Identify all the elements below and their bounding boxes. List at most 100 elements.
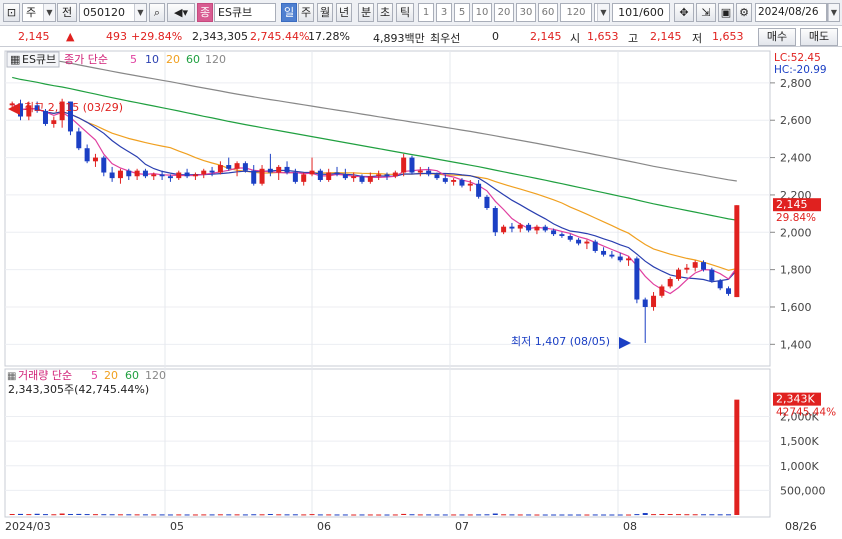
period-year[interactable]: 년 (336, 3, 352, 22)
gear-icon[interactable]: ⚙ (736, 3, 752, 22)
period-second[interactable]: 초 (377, 3, 393, 22)
unit-3[interactable]: 3 (436, 3, 452, 22)
volume-bar (526, 514, 532, 516)
volume-tick-label: 500,000 (780, 484, 826, 497)
stock-chart[interactable]: 2,8002,6002,4002,2002,0001,8001,6001,400… (0, 47, 842, 539)
calendar-icon[interactable]: ▼ (827, 3, 840, 22)
candle-body (176, 172, 182, 179)
volume-bar (117, 514, 123, 516)
volume-bar (659, 514, 665, 516)
market-select-label: 주 (26, 6, 37, 19)
candle-body (601, 250, 607, 255)
volume-bar (84, 514, 90, 516)
candle-body (359, 176, 365, 182)
price-tick-label: 2,400 (780, 152, 812, 165)
high-annotation: 최고 2,715 (03/29) (24, 101, 123, 114)
candle-body (417, 170, 423, 173)
candle-body (442, 178, 448, 182)
volume-bar (301, 514, 307, 516)
count-field[interactable]: 101/600 (612, 3, 670, 22)
unit-120[interactable]: 120 (560, 3, 592, 22)
candle-body (201, 170, 207, 175)
volume-ratio: 2,745.44% (250, 30, 310, 43)
volume-bar (192, 514, 198, 516)
volume-bar (417, 514, 423, 516)
chevron-down-icon: ▼ (828, 4, 839, 21)
volume-bar (601, 514, 607, 516)
volume-bar (717, 514, 723, 516)
volume-bar (642, 513, 648, 515)
candle-body (209, 170, 215, 173)
unit-dropdown[interactable]: ▼ (594, 3, 610, 22)
candle-body (342, 174, 348, 179)
unit-1[interactable]: 1 (418, 3, 434, 22)
volume-tick-label: 1,000K (780, 460, 819, 473)
toolbar: ⊡ 주 ▼ 전 050120 ▼ ⌕ ◀▾ 종 ES큐브 일 주 월 년 분 초 틱… (0, 0, 842, 26)
period-week[interactable]: 주 (298, 3, 314, 22)
period-minute[interactable]: 분 (358, 3, 374, 22)
grid-icon[interactable]: ✥ (674, 3, 694, 22)
sound-icon[interactable]: ◀▾ (167, 3, 195, 22)
volume-bar (509, 514, 515, 516)
open-price: 1,653 (587, 30, 619, 43)
price-tick-label: 2,000 (780, 226, 812, 239)
period-tick[interactable]: 틱 (396, 3, 414, 22)
unit-30[interactable]: 30 (516, 3, 536, 22)
chart-type-icon[interactable]: ⇲ (696, 3, 716, 22)
volume-bar (626, 514, 632, 516)
volume-bar (401, 513, 407, 515)
volume-bar (17, 513, 23, 515)
chevron-down-icon: ▼ (43, 4, 55, 21)
candle-body (9, 103, 15, 106)
candle-body (517, 224, 523, 229)
price-legend-ma120: 120 (205, 53, 226, 66)
candle-body (384, 174, 390, 177)
volume-bar (342, 514, 348, 516)
volume-bar (692, 514, 698, 516)
volume-bar (501, 514, 507, 516)
volume-bar (476, 514, 482, 516)
volume-bar (251, 514, 257, 516)
volume-bar (101, 514, 107, 516)
chart-area[interactable]: 2,800 2,600 2,400 2,200 2,000 1,800 1,600 1,400… (0, 47, 842, 539)
open-label: 시 (570, 32, 581, 45)
volume-bar (376, 514, 382, 516)
prev-button[interactable]: 전 (57, 3, 77, 22)
last-price: 2,145 (530, 30, 562, 43)
change-pct: +29.84% (131, 30, 183, 43)
price-tick-label: 1,800 (780, 264, 812, 277)
period-day[interactable]: 일 (281, 3, 297, 22)
volume-bar (292, 514, 298, 516)
market-select[interactable]: 주 ▼ (22, 3, 56, 22)
volume-bar (676, 514, 682, 516)
unit-5[interactable]: 5 (454, 3, 470, 22)
candle-body (501, 226, 507, 233)
volume-bar (701, 514, 707, 516)
unit-10[interactable]: 10 (472, 3, 492, 22)
unit-20[interactable]: 20 (494, 3, 514, 22)
volume-bar (59, 513, 65, 515)
candle-body (242, 163, 248, 171)
candle-body (409, 157, 415, 173)
price-panel-frame (4, 50, 771, 367)
volume-bar (276, 514, 282, 516)
date-tick-label: 06 (317, 520, 331, 533)
volume-bar (726, 514, 732, 516)
layout-icon[interactable]: ⊡ (3, 3, 20, 22)
search-icon[interactable]: ⌕ (149, 3, 165, 22)
candle-body (534, 226, 540, 231)
period-month[interactable]: 월 (317, 3, 333, 22)
candle-body (426, 170, 432, 175)
buy-button[interactable]: 매수 (758, 28, 796, 46)
unit-60[interactable]: 60 (538, 3, 558, 22)
date-field[interactable]: 2024/08/26 (755, 3, 827, 22)
candle-body (276, 166, 282, 173)
save-icon[interactable]: ▣ (718, 3, 734, 22)
code-input[interactable]: 050120 ▼ (79, 3, 147, 22)
candle-body (267, 168, 273, 173)
date-tick-label: 07 (455, 520, 469, 533)
sell-button[interactable]: 매도 (800, 28, 838, 46)
candle-body (259, 168, 265, 184)
candle-body (101, 157, 107, 173)
date-tick-label: 08 (623, 520, 637, 533)
